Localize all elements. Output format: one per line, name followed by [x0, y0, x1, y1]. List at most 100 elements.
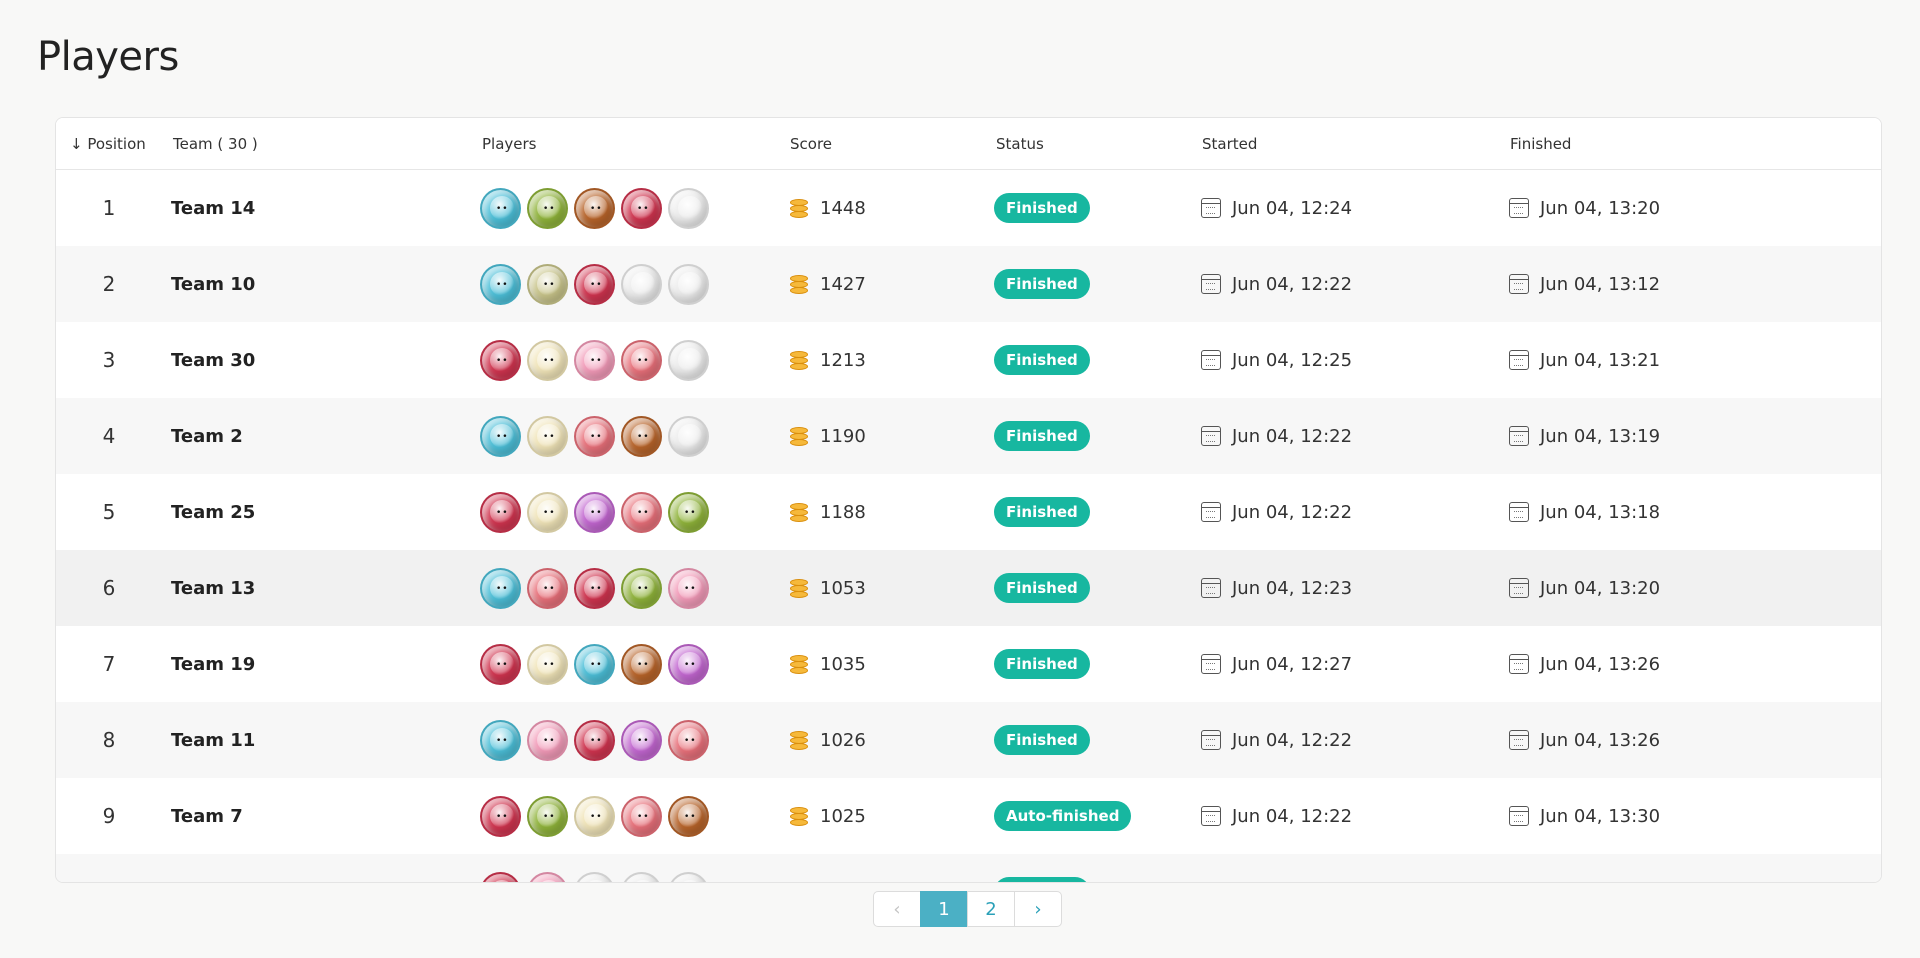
- pagination-next-button[interactable]: ›: [1014, 891, 1062, 927]
- column-header-position[interactable]: ↓ Position: [70, 118, 146, 170]
- player-avatar[interactable]: ••: [527, 263, 568, 305]
- player-avatar[interactable]: ••: [621, 567, 662, 609]
- player-avatar[interactable]: [668, 263, 709, 305]
- column-header-team[interactable]: Team ( 30 ): [173, 118, 258, 170]
- player-avatar[interactable]: ••: [621, 643, 662, 685]
- player-avatar[interactable]: ••: [668, 491, 709, 533]
- coin-stack-icon: [790, 729, 808, 751]
- player-avatar[interactable]: ••: [621, 339, 662, 381]
- player-avatar[interactable]: ••: [574, 263, 615, 305]
- player-avatar[interactable]: ••: [621, 795, 662, 837]
- player-avatar[interactable]: ••: [621, 491, 662, 533]
- table-row[interactable]: 6 Team 13 •• •• •• •• •• 1053 Finished Jun 04, 12…: [56, 550, 1881, 626]
- column-header-finished[interactable]: Finished: [1510, 118, 1571, 170]
- player-avatar[interactable]: [668, 339, 709, 381]
- player-avatar[interactable]: ••: [480, 643, 521, 685]
- player-avatar[interactable]: ••: [574, 415, 615, 457]
- player-avatar[interactable]: ••: [621, 415, 662, 457]
- score-cell: 1053: [790, 550, 866, 626]
- player-avatar[interactable]: ••: [574, 187, 615, 229]
- column-header-status[interactable]: Status: [996, 118, 1044, 170]
- player-avatar[interactable]: [621, 263, 662, 305]
- player-avatar[interactable]: ••: [574, 491, 615, 533]
- player-avatar[interactable]: ••: [574, 719, 615, 761]
- player-avatar[interactable]: ••: [527, 567, 568, 609]
- player-avatars: •• •• ••: [480, 246, 715, 322]
- player-avatar[interactable]: ••: [480, 339, 521, 381]
- player-avatar[interactable]: ••: [527, 795, 568, 837]
- player-avatar[interactable]: [668, 187, 709, 229]
- started-cell: Jun 04, 12:22: [1201, 778, 1352, 854]
- column-header-score[interactable]: Score: [790, 118, 832, 170]
- player-avatar[interactable]: ••: [527, 871, 568, 882]
- calendar-icon: [1509, 426, 1529, 446]
- column-header-started[interactable]: Started: [1202, 118, 1257, 170]
- player-avatar[interactable]: ••: [527, 415, 568, 457]
- player-avatar[interactable]: ••: [480, 719, 521, 761]
- player-avatar[interactable]: ••: [668, 567, 709, 609]
- avatar-eyes-icon: ••: [590, 811, 603, 822]
- player-avatar[interactable]: ••: [480, 795, 521, 837]
- player-avatar[interactable]: [574, 871, 615, 882]
- table-row[interactable]: 9 Team 7 •• •• •• •• •• 1025 Auto-finished Jun 04…: [56, 778, 1881, 854]
- coin-stack-icon: [790, 881, 808, 882]
- status-cell: Finished: [994, 474, 1090, 550]
- player-avatar[interactable]: [668, 871, 709, 882]
- player-avatar[interactable]: ••: [574, 339, 615, 381]
- player-avatars: •• •• •• ••: [480, 170, 715, 246]
- player-avatar[interactable]: ••: [480, 871, 521, 882]
- table-row[interactable]: 1 Team 14 •• •• •• •• 1448 Finished Jun 04, 12:2…: [56, 170, 1881, 246]
- player-avatar[interactable]: ••: [574, 567, 615, 609]
- player-avatars: •• •• •• ••: [480, 398, 715, 474]
- player-avatar[interactable]: [621, 871, 662, 882]
- status-badge: Finished: [994, 573, 1090, 603]
- started-cell: Jun 04, 12:23: [1201, 550, 1352, 626]
- avatar-eyes-icon: ••: [543, 507, 556, 518]
- table-row[interactable]: 3 Team 30 •• •• •• •• 1213 Finished Jun 04, 12:2…: [56, 322, 1881, 398]
- avatar-eyes-icon: ••: [590, 659, 603, 670]
- table-row[interactable]: 5 Team 25 •• •• •• •• •• 1188 Finished Jun 04, 12…: [56, 474, 1881, 550]
- table-row[interactable]: 4 Team 2 •• •• •• •• 1190 Finished Jun 04, 12:22…: [56, 398, 1881, 474]
- calendar-icon: [1201, 578, 1221, 598]
- player-avatar[interactable]: ••: [527, 719, 568, 761]
- player-avatar[interactable]: ••: [480, 567, 521, 609]
- table-row[interactable]: 2 Team 10 •• •• •• 1427 Finished Jun 04, 12:22 J…: [56, 246, 1881, 322]
- player-avatar[interactable]: ••: [574, 643, 615, 685]
- player-avatar[interactable]: ••: [574, 795, 615, 837]
- player-avatar[interactable]: ••: [621, 187, 662, 229]
- table-row[interactable]: 8 Team 11 •• •• •• •• •• 1026 Finished Jun 04, 12…: [56, 702, 1881, 778]
- player-avatar[interactable]: ••: [480, 415, 521, 457]
- pagination-page-1[interactable]: 1: [920, 891, 968, 927]
- finished-cell-value: Jun 04, 13:21: [1540, 349, 1661, 371]
- player-avatar[interactable]: ••: [527, 643, 568, 685]
- score-value: 1213: [820, 349, 866, 371]
- player-avatar[interactable]: ••: [480, 187, 521, 229]
- player-avatar[interactable]: ••: [527, 187, 568, 229]
- status-badge: Finished: [994, 421, 1090, 451]
- player-avatar[interactable]: [668, 415, 709, 457]
- player-avatar[interactable]: ••: [527, 339, 568, 381]
- player-avatar[interactable]: ••: [668, 719, 709, 761]
- status-badge: Auto-finished: [994, 801, 1132, 831]
- player-avatar[interactable]: ••: [480, 263, 521, 305]
- position-cell: 8: [102, 728, 116, 752]
- pagination-prev-button[interactable]: ‹: [873, 891, 921, 927]
- player-avatar[interactable]: ••: [527, 491, 568, 533]
- started-cell: Jun 04, 12:22: [1201, 246, 1352, 322]
- player-avatar[interactable]: ••: [668, 795, 709, 837]
- player-avatar[interactable]: ••: [480, 491, 521, 533]
- calendar-icon: [1509, 882, 1529, 883]
- team-name: Team 28: [171, 854, 255, 883]
- player-avatar[interactable]: ••: [668, 643, 709, 685]
- started-cell: Jun 04, 12:27: [1201, 626, 1352, 702]
- avatar-eyes-icon: ••: [496, 203, 509, 214]
- started-cell-value: Jun 04, 12:22: [1232, 805, 1353, 827]
- pagination-page-2[interactable]: 2: [967, 891, 1015, 927]
- table-row[interactable]: 10 Team 28 •• •• 991 Finished Jun 04, 12:27 Jun…: [56, 854, 1881, 883]
- player-avatar[interactable]: ••: [621, 719, 662, 761]
- column-header-players[interactable]: Players: [482, 118, 537, 170]
- avatar-eyes-icon: ••: [590, 735, 603, 746]
- team-name: Team 13: [171, 577, 256, 599]
- table-row[interactable]: 7 Team 19 •• •• •• •• •• 1035 Finished Jun 04, 12…: [56, 626, 1881, 702]
- calendar-icon: [1201, 350, 1221, 370]
